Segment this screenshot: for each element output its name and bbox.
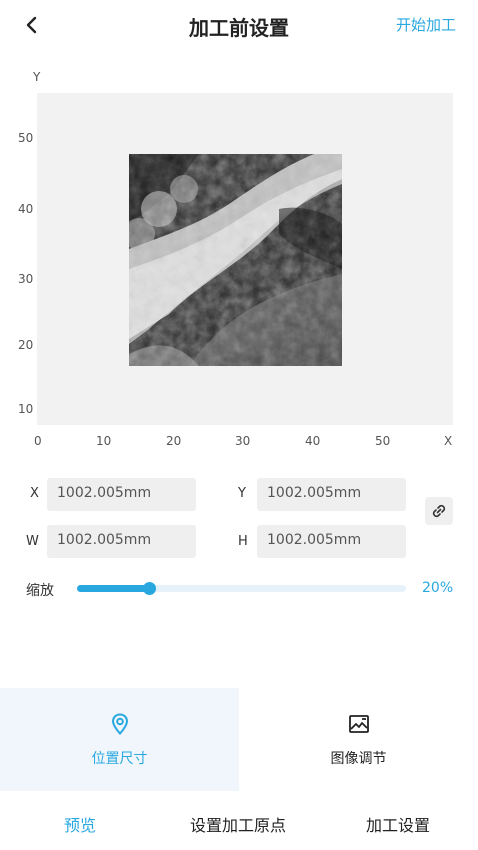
h-field-label: H <box>238 534 248 549</box>
zoom-label: 缩放 <box>26 583 54 599</box>
tab-image-adjust-label: 图像调节 <box>330 751 387 767</box>
zoom-slider-fill <box>77 585 150 592</box>
x-tick-label: 30 <box>235 434 251 448</box>
zoom-value: 20% <box>422 580 454 596</box>
cloud-texture-image <box>129 154 342 366</box>
zoom-slider[interactable] <box>77 582 406 595</box>
w-field-label: W <box>26 534 39 549</box>
y-tick-label: 10 <box>18 402 34 416</box>
process-settings-button[interactable]: 加工设置 <box>366 812 430 836</box>
y-tick-label: 40 <box>18 202 34 216</box>
x-tick-label: 0 <box>34 434 42 448</box>
lock-aspect-button[interactable] <box>425 497 453 525</box>
y-position-input[interactable]: 1002.005mm <box>257 478 406 511</box>
tab-position-size-label: 位置尺寸 <box>91 751 148 767</box>
width-input[interactable]: 1002.005mm <box>47 525 196 558</box>
x-tick-label: 20 <box>166 434 182 448</box>
x-axis-name: X <box>444 434 453 448</box>
x-tick-label: 10 <box>96 434 112 448</box>
y-axis-name: Y <box>33 70 41 84</box>
zoom-slider-handle[interactable] <box>143 582 157 595</box>
x-tick-label: 50 <box>375 434 391 448</box>
location-pin-icon <box>111 713 129 735</box>
x-field-label: X <box>30 486 39 501</box>
y-tick-label: 20 <box>18 338 34 352</box>
preview-button[interactable]: 预览 <box>64 812 96 836</box>
placed-image[interactable] <box>129 154 342 366</box>
height-input[interactable]: 1002.005mm <box>257 525 406 558</box>
y-tick-label: 50 <box>18 131 34 145</box>
image-adjust-icon <box>349 715 369 733</box>
x-tick-label: 40 <box>305 434 321 448</box>
tab-image-adjust[interactable]: 图像调节 <box>239 688 478 791</box>
y-tick-label: 30 <box>18 272 34 286</box>
header-bar: 加工前设置 开始加工 <box>0 0 478 52</box>
y-field-label: Y <box>238 486 246 501</box>
start-processing-button[interactable]: 开始加工 <box>396 14 456 35</box>
link-icon <box>432 504 446 518</box>
x-position-input[interactable]: 1002.005mm <box>47 478 196 511</box>
tab-position-size[interactable]: 位置尺寸 <box>0 688 239 791</box>
set-origin-button[interactable]: 设置加工原点 <box>190 812 286 836</box>
